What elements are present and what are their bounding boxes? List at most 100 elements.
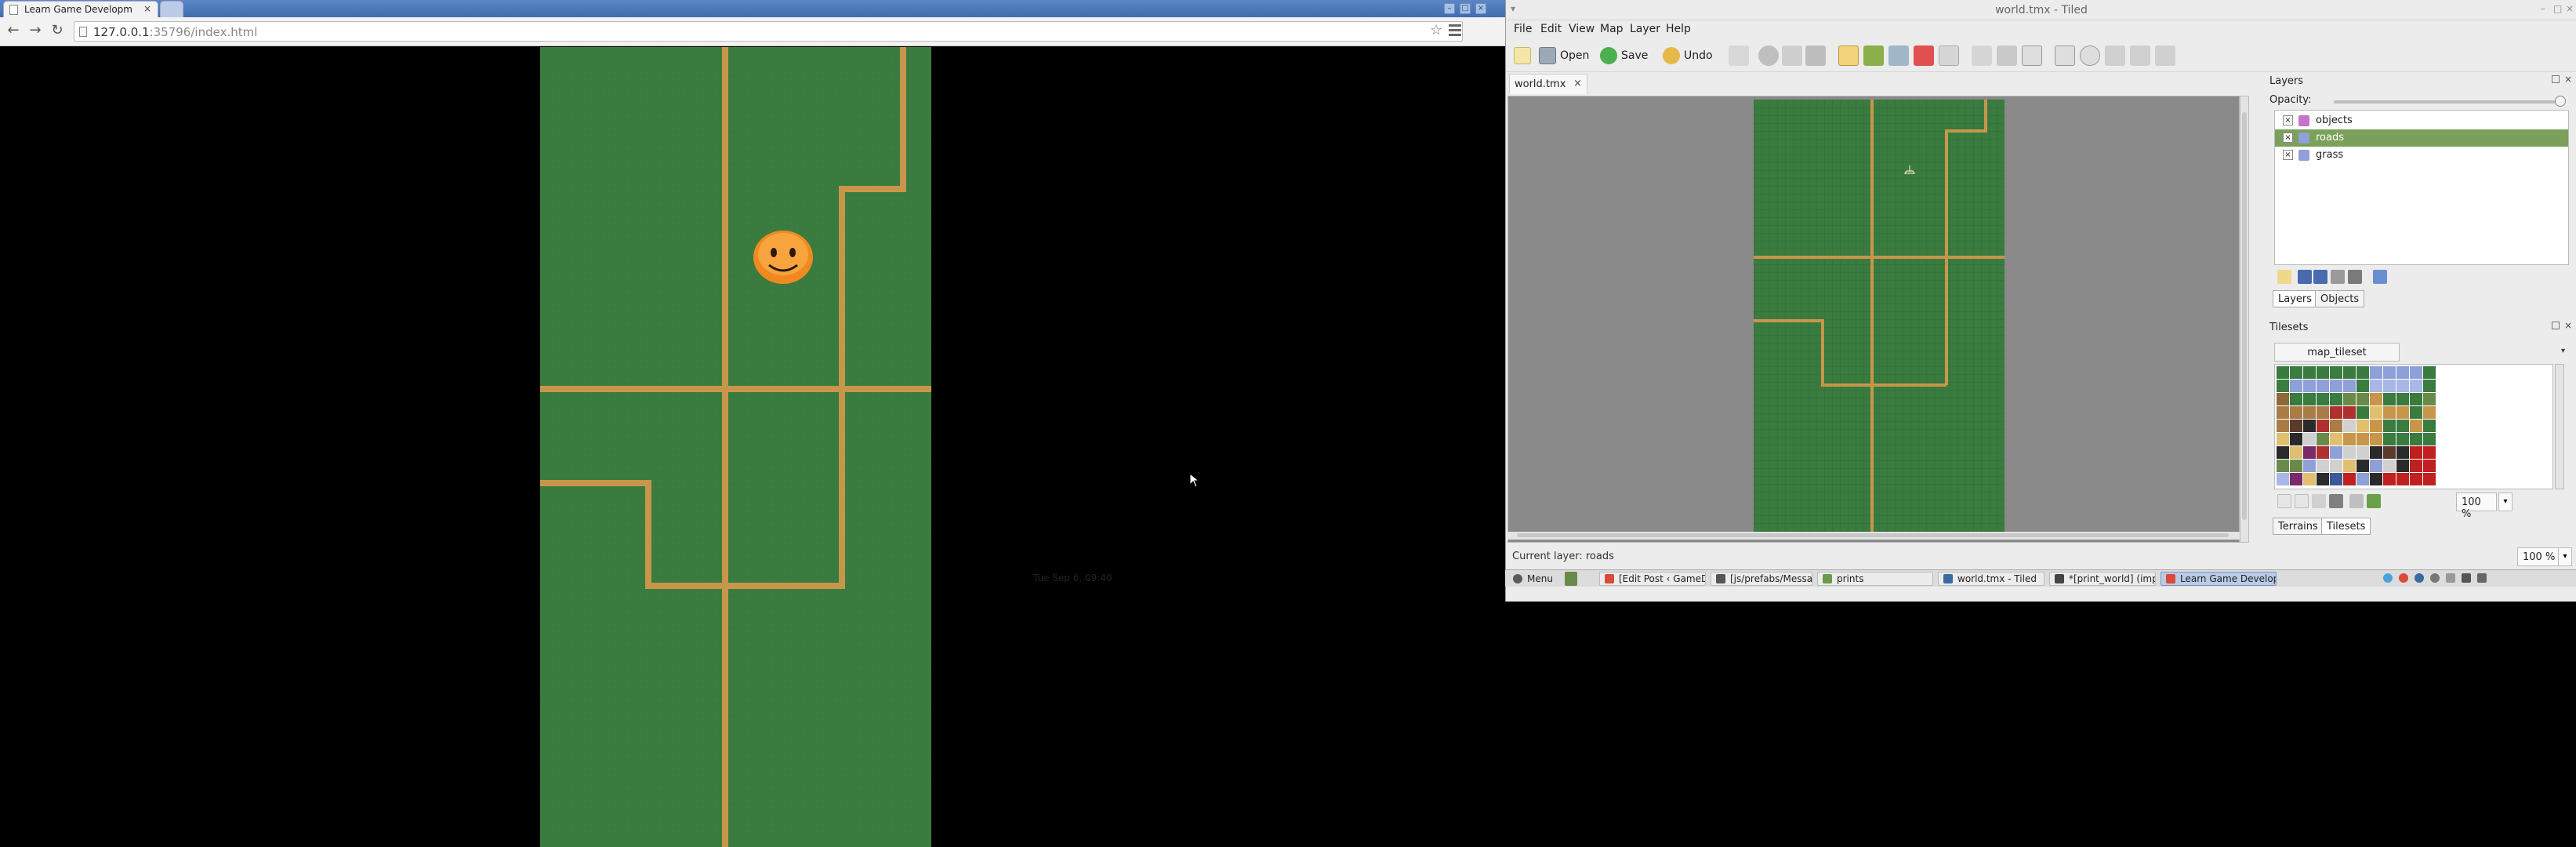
tileset-tile[interactable] [2317, 433, 2329, 445]
menu-help[interactable]: Help [1666, 23, 1691, 35]
tileset-zoom-select[interactable]: 100 % [2456, 493, 2497, 520]
tileset-tile[interactable] [2383, 473, 2396, 485]
tileset-tile[interactable] [2396, 366, 2409, 379]
tileset-tile[interactable] [2356, 393, 2369, 405]
tileset-tile[interactable] [2396, 420, 2409, 432]
tileset-tile[interactable] [2330, 433, 2342, 445]
tileset-tile[interactable] [2317, 380, 2329, 392]
map-canvas[interactable] [1754, 100, 2005, 539]
menu-view[interactable]: View [1569, 23, 1595, 35]
tileset-tile[interactable] [2396, 380, 2409, 392]
tileset-tile[interactable] [2330, 406, 2342, 419]
game-canvas[interactable] [540, 47, 931, 847]
close-icon[interactable]: × [2566, 3, 2574, 14]
lower-layer-icon[interactable] [2313, 270, 2327, 284]
tray-chrome-icon[interactable] [2399, 573, 2408, 583]
tileset-tile[interactable] [2410, 446, 2422, 459]
reload-icon[interactable]: ↻ [49, 22, 66, 39]
tileset-tile[interactable] [2356, 433, 2369, 445]
show-desktop-icon[interactable] [1565, 572, 1577, 586]
opacity-slider-handle[interactable] [2555, 96, 2566, 107]
tileset-tile[interactable] [2317, 460, 2329, 472]
window-menu-icon[interactable]: ▾ [1511, 3, 1515, 14]
tileset-tile[interactable] [2356, 473, 2369, 485]
tileset-tile[interactable] [2290, 406, 2302, 419]
tileset-tile[interactable] [2370, 366, 2382, 379]
insert-rectangle-icon[interactable] [2055, 45, 2075, 66]
tileset-tile[interactable] [2370, 433, 2382, 445]
tileset-tile[interactable] [2303, 380, 2316, 392]
save-button[interactable]: Save [1600, 45, 1648, 66]
tileset-tile[interactable] [2290, 393, 2302, 405]
tileset-tile[interactable] [2410, 460, 2422, 472]
terrain-brush-icon[interactable] [1863, 45, 1884, 66]
tileset-tile[interactable] [2317, 446, 2329, 459]
tileset-tile[interactable] [2343, 446, 2356, 459]
tileset-tile[interactable] [2290, 473, 2302, 485]
tileset-tile[interactable] [2343, 420, 2356, 432]
tileset-tile[interactable] [2330, 420, 2342, 432]
tileset-tile[interactable] [2383, 420, 2396, 432]
tileset-tiles[interactable] [2275, 365, 2553, 489]
magic-wand-icon[interactable] [1972, 45, 1992, 66]
layer-visibility-checkbox[interactable]: × [2283, 115, 2293, 125]
tileset-tile[interactable] [2303, 420, 2316, 432]
taskbar-task-1[interactable]: [js/prefabs/Message... [1711, 572, 1812, 586]
tilesets-float-icon[interactable] [2552, 322, 2560, 329]
eraser-icon[interactable] [1914, 45, 1934, 66]
tray-calendar-icon[interactable] [2477, 573, 2487, 583]
document-tab-world[interactable]: world.tmx × [1509, 74, 1587, 94]
tileset-tile[interactable] [2396, 393, 2409, 405]
tab-objects[interactable]: Objects [2315, 290, 2365, 307]
tileset-tile[interactable] [2303, 473, 2316, 485]
tileset-tile[interactable] [2423, 380, 2436, 392]
tileset-tile[interactable] [2277, 366, 2289, 379]
tileset-tile[interactable] [2383, 393, 2396, 405]
layer-visibility-checkbox[interactable]: × [2283, 150, 2293, 160]
tileset-tile[interactable] [2410, 420, 2422, 432]
tab-layers[interactable]: Layers [2273, 290, 2318, 307]
tileset-properties-icon[interactable] [2367, 494, 2381, 508]
tileset-tile[interactable] [2356, 446, 2369, 459]
taskbar-task-4[interactable]: *[print_world] (impor... [2049, 572, 2156, 586]
tileset-tile[interactable] [2343, 366, 2356, 379]
layers-float-icon[interactable] [2552, 75, 2560, 83]
tileset-tile[interactable] [2290, 366, 2302, 379]
tileset-tile[interactable] [2423, 460, 2436, 472]
tileset-tile[interactable] [2277, 473, 2289, 485]
menu-edit[interactable]: Edit [1540, 23, 1562, 35]
insert-polyline-icon[interactable] [2130, 45, 2150, 66]
tray-keyboard-icon[interactable] [2446, 573, 2455, 583]
tileset-tile[interactable] [2290, 460, 2302, 472]
tileset-tile[interactable] [2396, 473, 2409, 485]
tileset-tile[interactable] [2317, 406, 2329, 419]
tab-terrains[interactable]: Terrains [2273, 518, 2324, 535]
tileset-tile[interactable] [2410, 433, 2422, 445]
tileset-tile[interactable] [2370, 446, 2382, 459]
select-objects-icon[interactable] [2022, 45, 2042, 66]
tileset-tile[interactable] [2343, 460, 2356, 472]
new-map-button[interactable] [1514, 45, 1531, 66]
map-view[interactable] [1508, 96, 2240, 543]
tileset-tile[interactable] [2303, 460, 2316, 472]
export-tileset-icon[interactable] [2312, 494, 2326, 508]
import-tileset-icon[interactable] [2295, 494, 2309, 508]
tileset-tile[interactable] [2423, 433, 2436, 445]
tileset-tile[interactable] [2303, 366, 2316, 379]
tileset-palette[interactable] [2274, 364, 2553, 489]
tileset-tile[interactable] [2343, 406, 2356, 419]
tileset-tile[interactable] [2330, 460, 2342, 472]
remove-tileset-icon[interactable] [2329, 494, 2343, 508]
tileset-tile[interactable] [2330, 473, 2342, 485]
dropdown-arrow-icon[interactable] [1782, 45, 1802, 66]
delete-layer-icon[interactable] [2348, 270, 2362, 284]
tileset-tile[interactable] [2290, 420, 2302, 432]
taskbar-task-3[interactable]: world.tmx - Tiled [1938, 572, 2044, 586]
tileset-tile[interactable] [2370, 473, 2382, 485]
tileset-tile[interactable] [2277, 393, 2289, 405]
tileset-tile[interactable] [2383, 406, 2396, 419]
menu-layer[interactable]: Layer [1630, 23, 1660, 35]
tileset-tile[interactable] [2410, 473, 2422, 485]
tileset-tile[interactable] [2290, 380, 2302, 392]
tileset-tile[interactable] [2356, 406, 2369, 419]
